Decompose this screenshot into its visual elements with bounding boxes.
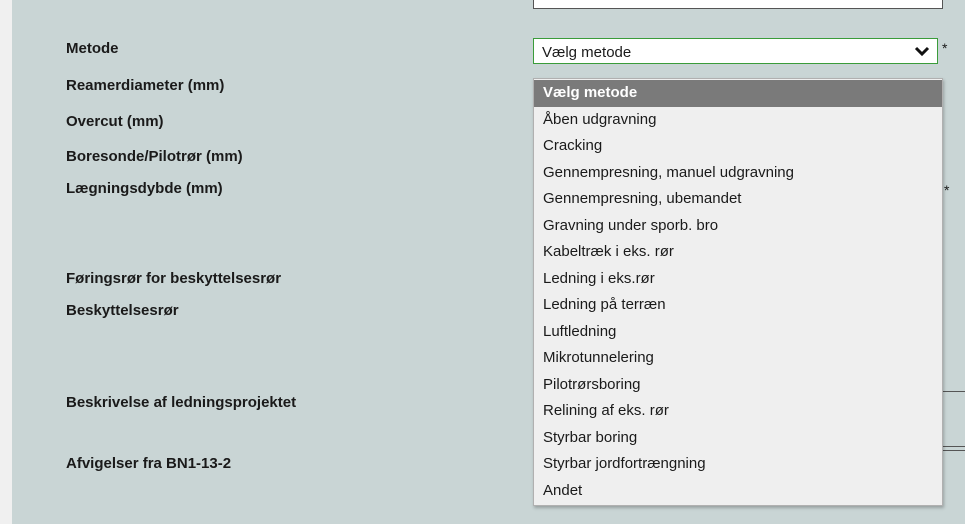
chevron-down-icon — [914, 46, 930, 57]
label-boresonde: Boresonde/Pilotrør (mm) — [66, 148, 243, 165]
label-metode: Metode — [66, 40, 119, 57]
option-andet[interactable]: Andet — [534, 478, 942, 505]
label-laegningsdybde: Lægningsdybde (mm) — [66, 180, 223, 197]
option-gennempresning-manuel[interactable]: Gennempresning, manuel udgravning — [534, 160, 942, 187]
label-reamerdiameter: Reamerdiameter (mm) — [66, 77, 225, 94]
metode-select-value: Vælg metode — [542, 44, 632, 61]
required-mark: * — [944, 182, 950, 198]
metode-dropdown-list: Vælg metode Åben udgravning Cracking Gen… — [533, 78, 943, 506]
option-gennempresning-ubemandet[interactable]: Gennempresning, ubemandet — [534, 186, 942, 213]
option-cracking[interactable]: Cracking — [534, 133, 942, 160]
option-mikrotunnelering[interactable]: Mikrotunnelering — [534, 345, 942, 372]
label-overcut: Overcut (mm) — [66, 113, 164, 130]
field-border — [943, 450, 965, 451]
option-styrbar-jordfortraengning[interactable]: Styrbar jordfortrængning — [534, 451, 942, 478]
metode-select[interactable]: Vælg metode — [533, 38, 938, 64]
label-beskrivelse: Beskrivelse af ledningsprojektet — [66, 394, 297, 411]
previous-field-input[interactable] — [533, 0, 943, 9]
option-relining[interactable]: Relining af eks. rør — [534, 398, 942, 425]
option-ledning-i-eks-roer[interactable]: Ledning i eks.rør — [534, 266, 942, 293]
required-mark: * — [942, 40, 948, 56]
option-vaelg-metode[interactable]: Vælg metode — [534, 80, 942, 107]
option-ledning-paa-terraen[interactable]: Ledning på terræn — [534, 292, 942, 319]
label-foeringsroer: Føringsrør for beskyttelsesrør — [66, 270, 282, 287]
field-border — [943, 446, 965, 447]
option-aaben-udgravning[interactable]: Åben udgravning — [534, 107, 942, 134]
option-styrbar-boring[interactable]: Styrbar boring — [534, 425, 942, 452]
field-border — [943, 391, 965, 392]
label-beskyttelsesroer: Beskyttelsesrør — [66, 302, 179, 319]
label-afvigelser: Afvigelser fra BN1-13-2 — [66, 455, 232, 472]
option-gravning-under-sporb-bro[interactable]: Gravning under sporb. bro — [534, 213, 942, 240]
option-pilotroersboring[interactable]: Pilotrørsboring — [534, 372, 942, 399]
option-luftledning[interactable]: Luftledning — [534, 319, 942, 346]
option-kabeltraek[interactable]: Kabeltræk i eks. rør — [534, 239, 942, 266]
